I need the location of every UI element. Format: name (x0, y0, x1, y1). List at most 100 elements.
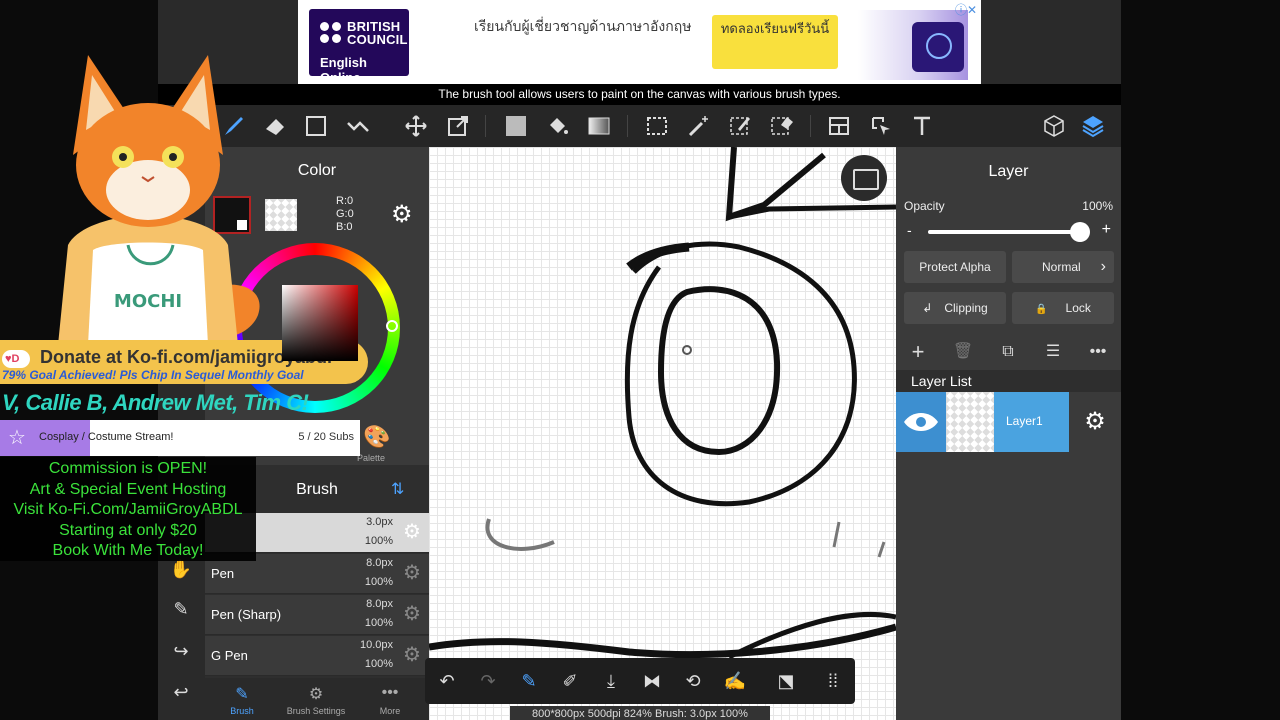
sort-icon[interactable]: ⇅ (391, 479, 404, 499)
tab-brush-settings[interactable]: ⚙ Brush Settings (279, 678, 353, 720)
blend-mode-value: Normal (1042, 260, 1081, 274)
text-icon[interactable] (909, 113, 935, 139)
opacity-plus-button[interactable]: + (1102, 221, 1111, 239)
ad-product: English Online (320, 55, 367, 84)
tab-more[interactable]: ••• More (353, 678, 427, 720)
secondary-color-swatch[interactable] (265, 199, 297, 231)
supporters-ticker: V, Callie B, Andrew Met, Tim C! (2, 390, 309, 415)
clipping-button[interactable]: ↲ Clipping (904, 292, 1006, 324)
select-tool-icon[interactable] (868, 113, 894, 139)
brush-settings-gear-icon[interactable]: ⚙ (401, 644, 423, 666)
bucket-icon[interactable] (545, 113, 571, 139)
layer-name: Layer1 (1006, 414, 1043, 428)
hand-icon[interactable]: ✋ (168, 559, 194, 585)
brush-settings-gear-icon[interactable]: ⚙ (401, 562, 423, 584)
layers-icon[interactable] (1080, 113, 1106, 139)
ad-cta-button[interactable]: ทดลองเรียนฟรีวันนี้ (712, 15, 838, 69)
import-icon[interactable]: ⤓ (599, 669, 623, 693)
opacity-slider-knob[interactable] (1070, 222, 1090, 242)
sub-goal-label: Cosplay / Costume Stream! (39, 431, 174, 443)
rotate-lock-icon[interactable]: ⟲ (681, 669, 705, 693)
layer-thumbnail (946, 392, 994, 452)
layer-settings-gear-icon[interactable]: ⚙ (1082, 409, 1108, 435)
opacity-minus-button[interactable]: - (907, 222, 912, 238)
more-options-icon[interactable]: ••• (1087, 341, 1109, 363)
rectangle-icon[interactable] (303, 113, 329, 139)
rgb-readout: R:0 G:0 B:0 (336, 195, 354, 234)
blend-mode-select[interactable]: Normal › (1012, 251, 1114, 283)
layer-list-icon[interactable]: ☰ (1042, 341, 1064, 363)
saturation-square[interactable] (282, 285, 358, 361)
brush-bottom-tabs: ✎ Brush ⚙ Brush Settings ••• More (205, 678, 429, 720)
layer-list-header: Layer List (896, 370, 1121, 392)
opacity-slider[interactable] (928, 222, 1090, 242)
sub-goal-count: 5 / 20 Subs (298, 431, 354, 443)
ad-brand: BRITISH COUNCIL (347, 19, 408, 47)
layer-actions: + 🗑 ⧉ ☰ ••• (896, 337, 1121, 367)
british-council-logo: BRITISH COUNCIL English Online (309, 9, 409, 84)
redo-icon[interactable]: ↪ (168, 641, 194, 667)
star-icon: ☆ (8, 427, 26, 449)
commission-line: Book With Me Today! (52, 542, 204, 559)
blue-value: B:0 (336, 221, 353, 233)
canvas-layout-icon[interactable] (826, 113, 852, 139)
reference-window-icon[interactable] (841, 155, 887, 201)
main-toolbar (205, 105, 1121, 147)
delete-layer-icon[interactable]: 🗑 (952, 341, 974, 363)
move-icon[interactable] (403, 113, 429, 139)
flip-icon[interactable]: ⧓ (640, 669, 664, 693)
edit-icon[interactable]: ✍ (723, 669, 747, 693)
ad-banner[interactable]: BRITISH COUNCIL English Online เรียนกับผ… (298, 0, 981, 84)
layer-panel: Layer Opacity 100% - + Protect Alpha Nor… (896, 147, 1121, 720)
brush-settings-gear-icon[interactable]: ⚙ (401, 603, 423, 625)
duplicate-layer-icon[interactable]: ⧉ (997, 341, 1019, 363)
green-value: G:0 (336, 208, 354, 220)
chevron-right-icon: › (1100, 258, 1106, 275)
gradient-icon[interactable] (586, 113, 612, 139)
clipping-icon: ↲ (922, 301, 933, 315)
grid-menu-icon[interactable]: ⁞⁞ (821, 669, 845, 693)
selection-icon[interactable] (644, 113, 670, 139)
add-layer-icon[interactable]: + (907, 341, 929, 363)
kofi-heart-icon: ♥D (2, 350, 30, 368)
eyedropper-icon[interactable]: ✐ (558, 669, 582, 693)
smudge-icon[interactable] (345, 113, 371, 139)
sub-goal-bar: ☆ Cosplay / Costume Stream! 5 / 20 Subs (0, 420, 360, 456)
sketch-strokes (429, 147, 896, 660)
quick-action-bar: ↶ ↷ ✎ ✐ ⤓ ⧓ ⟲ ✍ ⬔ ⁞⁞ (425, 658, 855, 704)
transform-icon[interactable] (445, 113, 471, 139)
palette-tab-label[interactable]: Palette (357, 453, 385, 463)
opacity-label: Opacity (904, 199, 945, 213)
color-settings-gear-icon[interactable]: ⚙ (391, 203, 415, 227)
fullscreen-icon[interactable]: ⬔ (774, 669, 798, 693)
hue-knob[interactable] (386, 320, 398, 332)
redo-icon[interactable]: ↷ (476, 669, 500, 693)
magic-wand-icon[interactable] (686, 113, 712, 139)
undo-icon[interactable]: ↶ (435, 669, 459, 693)
mascot-shirt-text: MOCHI (114, 291, 182, 312)
brush-settings-gear-icon[interactable]: ⚙ (401, 521, 423, 543)
drawing-canvas[interactable] (429, 147, 896, 720)
layer-item[interactable]: Layer1 (896, 392, 1069, 452)
brush-settings-icon: ⚙ (308, 686, 324, 703)
fill-color-icon[interactable] (503, 113, 529, 139)
tool-tooltip: The brush tool allows users to paint on … (158, 84, 1121, 105)
tab-brush[interactable]: ✎ Brush (205, 678, 279, 720)
brush-item[interactable]: G Pen 10.0px 100% ⚙ (205, 636, 429, 676)
selection-pen-icon[interactable] (728, 113, 754, 139)
brush-item[interactable]: Pen (Sharp) 8.0px 100% ⚙ (205, 595, 429, 635)
ad-close-icon[interactable]: ⓘ✕ (955, 1, 977, 18)
eye-icon[interactable] (896, 392, 946, 452)
selection-eraser-icon[interactable] (769, 113, 795, 139)
3d-icon[interactable] (1041, 113, 1067, 139)
commission-panel: Commission is OPEN! Art & Special Event … (0, 457, 256, 561)
brush-quick-icon[interactable]: ✎ (517, 669, 541, 693)
lock-button[interactable]: 🔒 Lock (1012, 292, 1114, 324)
commission-line: Starting at only $20 (59, 521, 197, 539)
red-value: R:0 (336, 195, 354, 207)
protect-alpha-button[interactable]: Protect Alpha (904, 251, 1006, 283)
undo-icon[interactable]: ↩ (168, 682, 194, 708)
screen: { "ad": { "brand": "BRITISH COUNCIL", "p… (0, 0, 1280, 720)
eyedropper-icon[interactable]: ✎ (168, 599, 194, 625)
palette-icon[interactable]: 🎨 (363, 424, 390, 449)
